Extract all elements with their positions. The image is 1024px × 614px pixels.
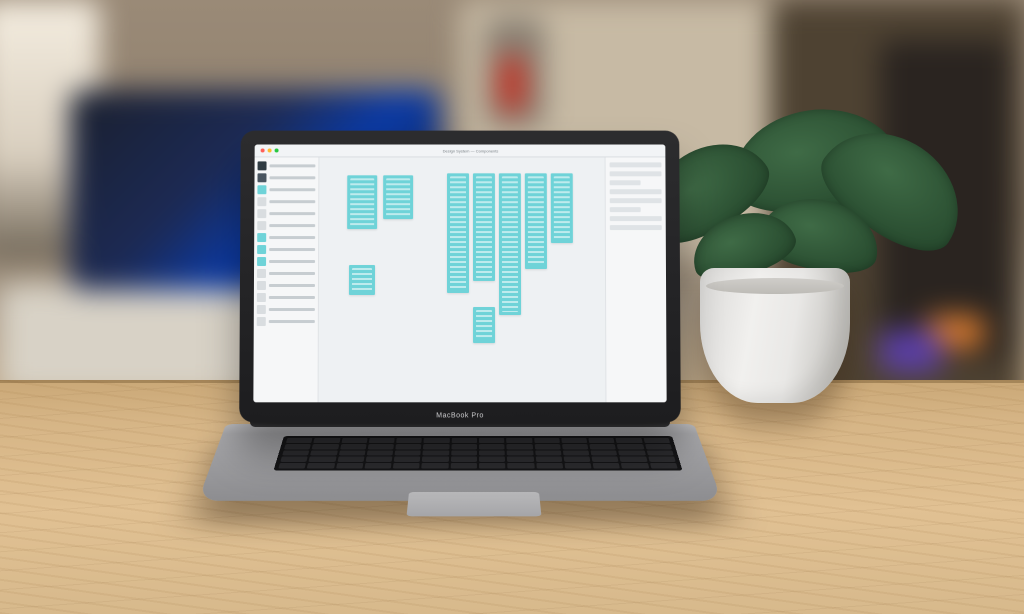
- artboard: [383, 175, 413, 219]
- swatch-icon: [257, 293, 266, 302]
- sidebar-item: [258, 161, 316, 170]
- swatch-icon: [257, 221, 266, 230]
- laptop: Design System — Components MacBook Pro: [240, 130, 680, 570]
- artboard: [349, 265, 375, 295]
- window-title: Design System — Components: [282, 148, 660, 153]
- inspector-row: [610, 207, 641, 212]
- close-icon: [261, 148, 265, 152]
- inspector-row: [610, 198, 662, 203]
- sidebar-item-label: [269, 248, 315, 251]
- sidebar-item: [257, 233, 315, 242]
- artboard: [525, 173, 547, 269]
- sidebar-item: [257, 197, 315, 206]
- artboard: [499, 173, 521, 315]
- sidebar-item: [257, 317, 315, 326]
- swatch-icon: [257, 173, 266, 182]
- artboard: [447, 173, 469, 293]
- maximize-icon: [275, 148, 279, 152]
- inspector-row: [610, 171, 662, 176]
- inspector-row: [610, 162, 662, 167]
- swatch-icon: [257, 269, 266, 278]
- swatch-icon: [257, 185, 266, 194]
- sidebar-item: [257, 281, 315, 290]
- sidebar-item: [257, 245, 315, 254]
- sidebar-item: [257, 209, 315, 218]
- design-app-window: Design System — Components: [253, 145, 666, 403]
- sidebar-item-label: [269, 236, 315, 239]
- sidebar-item-label: [269, 308, 315, 311]
- sidebar-item-label: [269, 188, 315, 191]
- canvas: [319, 157, 606, 402]
- sidebar-item: [257, 173, 315, 182]
- swatch-icon: [257, 281, 266, 290]
- inspector-row: [610, 225, 662, 230]
- artboard: [473, 307, 495, 343]
- swatch-icon: [257, 209, 266, 218]
- artboard: [551, 173, 573, 243]
- sidebar-item: [257, 185, 315, 194]
- sidebar-item-label: [269, 176, 315, 179]
- swatch-icon: [257, 233, 266, 242]
- inspector-panel: [605, 157, 667, 402]
- layers-sidebar: [253, 157, 319, 402]
- laptop-display: Design System — Components: [253, 145, 666, 403]
- swatch-icon: [257, 317, 266, 326]
- minimize-icon: [268, 148, 272, 152]
- sidebar-item-label: [269, 260, 315, 263]
- inspector-row: [610, 180, 641, 185]
- sidebar-item-label: [269, 212, 315, 215]
- sidebar-item-label: [269, 284, 315, 287]
- sidebar-item: [257, 221, 315, 230]
- photo-scene: Design System — Components MacBook Pro: [0, 0, 1024, 614]
- swatch-icon: [258, 161, 267, 170]
- sidebar-item-label: [269, 296, 315, 299]
- plant-pot: [700, 268, 850, 403]
- sidebar-item-label: [269, 224, 315, 227]
- sidebar-item-label: [270, 164, 316, 167]
- sidebar-item: [257, 257, 315, 266]
- sidebar-item-label: [269, 320, 315, 323]
- swatch-icon: [257, 305, 266, 314]
- sidebar-item-label: [269, 200, 315, 203]
- laptop-brand-text: MacBook Pro: [239, 412, 681, 419]
- sidebar-item: [257, 269, 315, 278]
- titlebar: Design System — Components: [255, 145, 666, 158]
- keyboard: [273, 436, 682, 471]
- trackpad: [407, 492, 542, 516]
- swatch-icon: [257, 257, 266, 266]
- sidebar-item-label: [269, 272, 315, 275]
- swatch-icon: [257, 197, 266, 206]
- sidebar-item: [257, 305, 315, 314]
- artboard: [347, 175, 377, 229]
- inspector-row: [610, 189, 662, 194]
- swatch-icon: [257, 245, 266, 254]
- laptop-screen-bezel: Design System — Components MacBook Pro: [239, 131, 681, 423]
- inspector-row: [610, 216, 662, 221]
- artboard: [473, 173, 495, 281]
- sidebar-item: [257, 293, 315, 302]
